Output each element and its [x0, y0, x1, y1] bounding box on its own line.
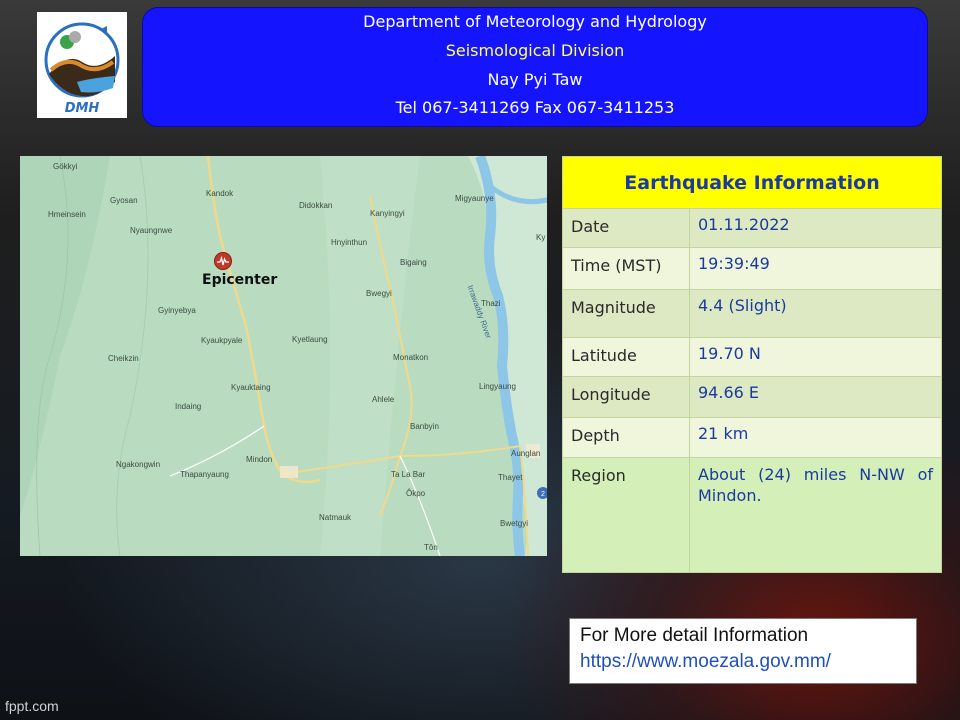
latitude-label: Latitude	[562, 337, 690, 377]
footer-brand: fppt.com	[5, 698, 59, 714]
place-label: Thapanyaung	[180, 470, 229, 479]
department-name: Department of Meteorology and Hydrology	[363, 12, 707, 31]
place-label: Thazi	[481, 299, 501, 308]
magnitude-value: 4.4 (Slight)	[689, 289, 942, 338]
place-label: Bwetgyi	[500, 519, 529, 528]
place-label: Cheikzin	[108, 354, 139, 363]
logo-text: DMH	[65, 101, 100, 116]
dmh-logo: DMH	[37, 12, 127, 118]
division-name: Seismological Division	[445, 41, 625, 60]
place-label: Banbyin	[410, 422, 439, 431]
longitude-value: 94.66 E	[689, 376, 942, 418]
place-label: Natmauk	[319, 513, 352, 522]
place-label: Mindon	[246, 455, 273, 464]
info-title: Earthquake Information	[562, 156, 942, 209]
place-label: Hnyinthun	[331, 238, 368, 247]
place-label: Indaing	[175, 402, 202, 411]
svg-text:2: 2	[541, 491, 545, 498]
epicenter-marker-icon	[214, 252, 232, 270]
place-label: Bigaing	[400, 258, 427, 267]
place-label: Lingyaung	[479, 382, 516, 391]
moezala-link[interactable]: https://www.moezala.gov.mm/	[580, 649, 906, 675]
place-label: Ahlele	[372, 395, 395, 404]
city-name: Nay Pyi Taw	[487, 70, 583, 89]
more-info-text: For More detail Information	[580, 625, 809, 646]
header-banner: Department of Meteorology and Hydrology …	[142, 7, 928, 127]
place-label: Kandok	[206, 189, 234, 198]
place-label: Gökkyi	[53, 162, 78, 171]
dmh-logo-icon: DMH	[44, 22, 120, 116]
place-label: Bwegyi	[366, 289, 392, 298]
place-label: Didokkan	[299, 201, 333, 210]
map-terrain: 2	[20, 156, 547, 556]
place-label: Migyaunye	[455, 194, 494, 203]
place-label: Ôkpo	[406, 489, 426, 498]
place-label: Ngakongwin	[116, 460, 161, 469]
longitude-label: Longitude	[562, 376, 690, 418]
place-label: Aunglan	[511, 449, 541, 458]
date-value: 01.11.2022	[689, 208, 942, 248]
place-label: Gyosan	[110, 196, 138, 205]
time-label: Time (MST)	[562, 247, 690, 290]
place-label: Ky	[536, 233, 546, 242]
place-label: Monatkon	[393, 353, 429, 362]
magnitude-label: Magnitude	[562, 289, 690, 338]
place-label: Ta La Bar	[391, 470, 426, 479]
epicenter-label: Epicenter	[202, 272, 278, 288]
depth-value: 21 km	[689, 417, 942, 458]
epicenter-map: 2 Gökkyi Kandok Gyosan Didokkan Kanyingy…	[20, 156, 547, 556]
place-label: Tôn	[424, 543, 438, 552]
latitude-value: 19.70 N	[689, 337, 942, 377]
place-label: Hmeinsein	[48, 210, 86, 219]
place-label: Kyetlaung	[292, 335, 328, 344]
region-value: About (24) miles N-NW of Mindon.	[689, 457, 942, 573]
place-label: Kanyingyi	[370, 209, 405, 218]
place-label: Kyaukpyale	[201, 336, 243, 345]
region-label: Region	[562, 457, 690, 573]
earthquake-info-table: Earthquake Information Date 01.11.2022 T…	[562, 156, 942, 573]
more-info-box: For More detail Information https://www.…	[569, 618, 917, 684]
place-label: Nyaungnwe	[130, 226, 173, 235]
place-label: Thayet	[498, 473, 523, 482]
place-label: Gyinyebya	[158, 306, 196, 315]
contact-numbers: Tel 067-3411269 Fax 067-3411253	[395, 98, 675, 117]
date-label: Date	[562, 208, 690, 248]
depth-label: Depth	[562, 417, 690, 458]
time-value: 19:39:49	[689, 247, 942, 290]
place-label: Kyauktaing	[231, 383, 271, 392]
